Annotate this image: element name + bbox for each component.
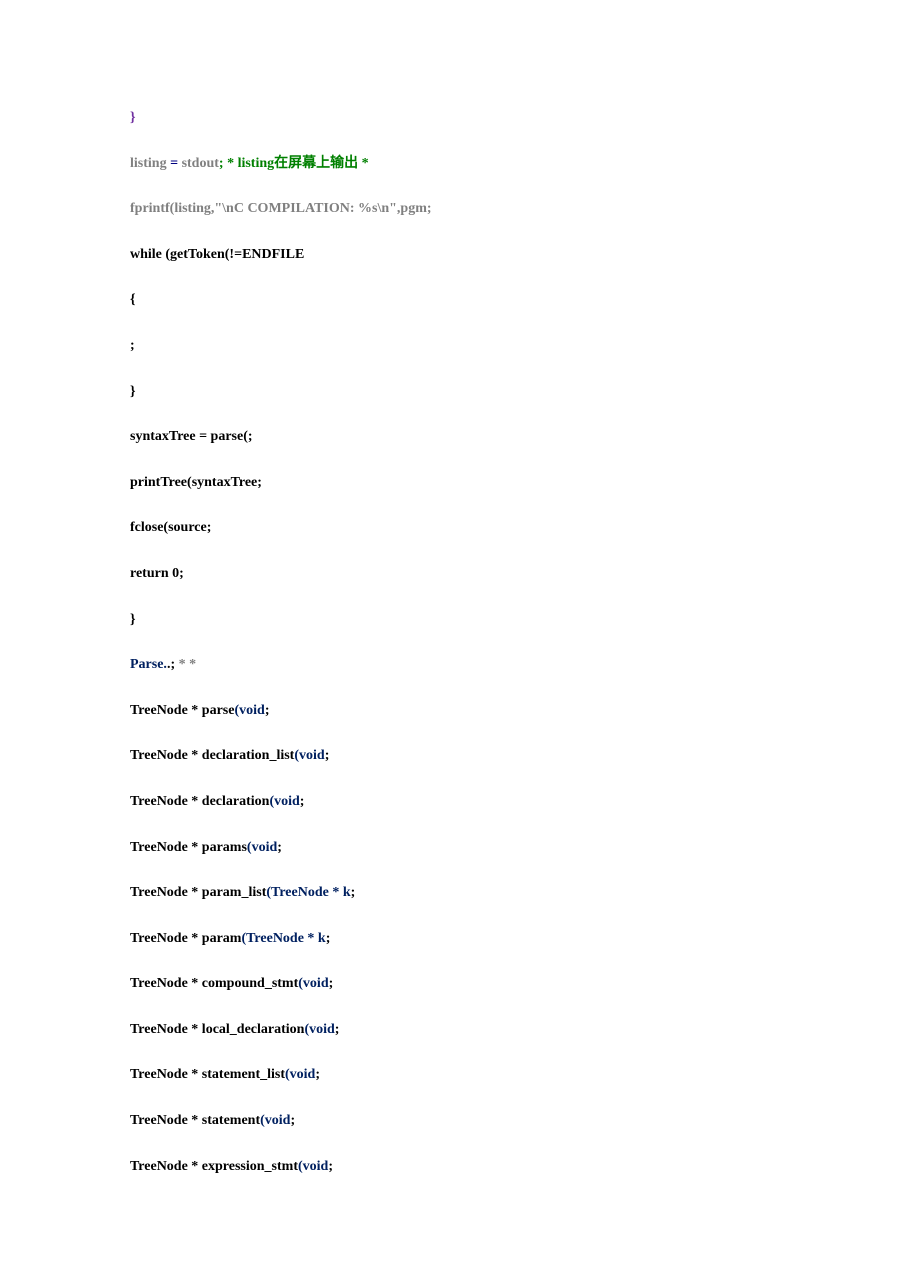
code-token: }: [130, 384, 136, 399]
code-token: (void: [269, 794, 299, 809]
code-token: TreeNode * params: [130, 840, 247, 855]
code-token: }: [130, 612, 136, 627]
code-token: syntaxTree = parse(;: [130, 429, 253, 444]
code-line: listing = stdout; * listing在屏幕上输出 *: [130, 154, 790, 174]
code-line: TreeNode * statement_list(void;: [130, 1065, 790, 1085]
code-token: (void: [294, 748, 324, 763]
code-token: ;: [130, 338, 135, 353]
code-token: .;: [167, 657, 179, 672]
code-token: ;: [277, 840, 282, 855]
code-line: fprintf(listing,"\nC COMPILATION: %s\n",…: [130, 199, 790, 219]
code-line: Parse..; * *: [130, 655, 790, 675]
code-token: ;: [335, 1022, 340, 1037]
code-token: (void: [260, 1113, 290, 1128]
code-token: ;: [265, 703, 270, 718]
code-line: printTree(syntaxTree;: [130, 473, 790, 493]
code-line: TreeNode * expression_stmt(void;: [130, 1157, 790, 1177]
code-line: return 0;: [130, 564, 790, 584]
code-line: TreeNode * declaration_list(void;: [130, 746, 790, 766]
code-token: ;: [329, 976, 334, 991]
code-token: * *: [179, 657, 197, 672]
code-token: (void: [285, 1067, 315, 1082]
code-line: {: [130, 290, 790, 310]
code-line: ;: [130, 336, 790, 356]
code-line: TreeNode * local_declaration(void;: [130, 1020, 790, 1040]
code-token: fprintf(listing,"\nC COMPILATION: %s\n",…: [130, 201, 432, 216]
code-token: (void: [247, 840, 277, 855]
code-token: Parse.: [130, 657, 167, 672]
code-line: TreeNode * parse(void;: [130, 701, 790, 721]
code-token: printTree(syntaxTree;: [130, 475, 262, 490]
code-line: fclose(source;: [130, 518, 790, 538]
code-token: ;: [300, 794, 305, 809]
code-token: (TreeNode * k: [241, 931, 325, 946]
code-token: TreeNode * parse: [130, 703, 234, 718]
code-token: ;: [290, 1113, 295, 1128]
code-token: (void: [298, 1159, 328, 1174]
code-token: TreeNode * param_list: [130, 885, 266, 900]
code-token: ;: [351, 885, 356, 900]
code-token: ;: [315, 1067, 320, 1082]
code-line: while (getToken(!=ENDFILE: [130, 245, 790, 265]
code-token: while (getToken(!=ENDFILE: [130, 247, 304, 262]
code-token: TreeNode * compound_stmt: [130, 976, 298, 991]
code-token: TreeNode * statement_list: [130, 1067, 285, 1082]
code-token: listing: [130, 156, 170, 171]
code-token: TreeNode * local_declaration: [130, 1022, 304, 1037]
code-token: }: [130, 110, 136, 125]
code-token: ;: [326, 931, 331, 946]
code-line: }: [130, 108, 790, 128]
code-token: stdout: [182, 156, 219, 171]
code-line: }: [130, 382, 790, 402]
code-token: (void: [298, 976, 328, 991]
code-line: TreeNode * declaration(void;: [130, 792, 790, 812]
code-line: }: [130, 610, 790, 630]
code-line: TreeNode * statement(void;: [130, 1111, 790, 1131]
code-token: TreeNode * expression_stmt: [130, 1159, 298, 1174]
code-token: TreeNode * statement: [130, 1113, 260, 1128]
code-line: TreeNode * params(void;: [130, 838, 790, 858]
code-token: (TreeNode * k: [266, 885, 350, 900]
code-token: return 0;: [130, 566, 184, 581]
code-token: ; * listing在屏幕上输出 *: [219, 156, 369, 171]
code-token: ;: [328, 1159, 333, 1174]
code-document: } listing = stdout; * listing在屏幕上输出 * fpri…: [130, 108, 790, 1176]
code-token: ;: [325, 748, 330, 763]
code-token: TreeNode * param: [130, 931, 241, 946]
code-token: TreeNode * declaration_list: [130, 748, 294, 763]
code-token: {: [130, 292, 136, 307]
code-token: fclose(source;: [130, 520, 211, 535]
code-line: syntaxTree = parse(;: [130, 427, 790, 447]
code-token: =: [170, 156, 181, 171]
code-line: TreeNode * param_list(TreeNode * k;: [130, 883, 790, 903]
code-token: TreeNode * declaration: [130, 794, 269, 809]
code-token: (void: [234, 703, 264, 718]
code-token: (void: [304, 1022, 334, 1037]
code-line: TreeNode * compound_stmt(void;: [130, 974, 790, 994]
code-line: TreeNode * param(TreeNode * k;: [130, 929, 790, 949]
